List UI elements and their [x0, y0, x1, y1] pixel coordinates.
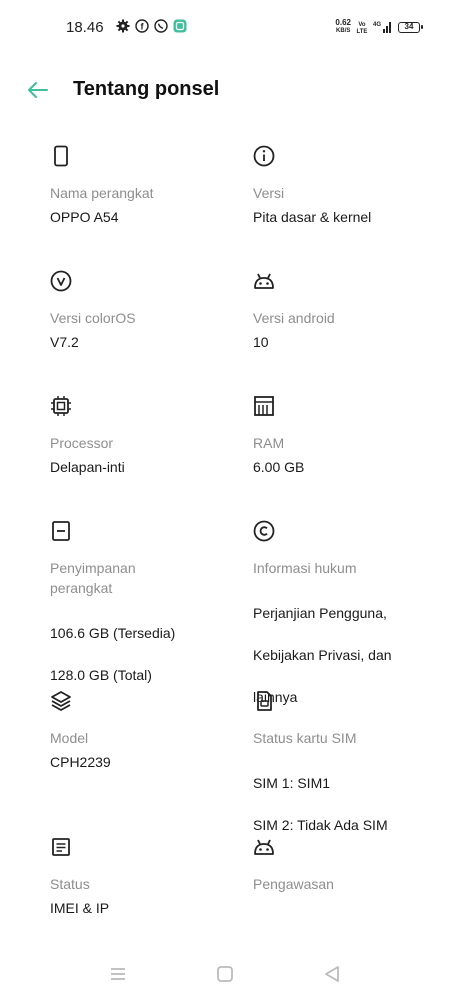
legal-line: Perjanjian Pengguna,	[253, 605, 387, 621]
info-item-device-name[interactable]: Nama perangkat OPPO A54	[50, 145, 230, 228]
sim1-status: SIM 1: SIM1	[253, 775, 331, 791]
info-item-label: RAM	[253, 435, 285, 451]
status-bar: 18.46 f 0.62 KB/S Vo LTE 4G 34	[0, 0, 450, 56]
processor-icon	[51, 396, 71, 416]
svg-text:f: f	[141, 22, 145, 32]
layers-icon	[51, 691, 71, 711]
sim2-status: SIM 2: Tidak Ada SIM	[253, 817, 388, 833]
info-item-label: Informasi hukum	[253, 560, 357, 576]
legal-line: Kebijakan Privasi, dan	[253, 647, 392, 663]
info-item-label: Versi	[253, 185, 285, 201]
info-item-value: V7.2	[50, 334, 79, 350]
menu-icon	[111, 968, 125, 980]
info-item-label: Pengawasan	[253, 876, 334, 892]
network-speed-value: 0.62	[335, 18, 351, 27]
svg-text:LTE: LTE	[357, 29, 368, 34]
storage-total: 128.0 GB (Total)	[50, 667, 152, 683]
notification-icons: f	[116, 19, 187, 33]
phone-icon	[54, 145, 68, 167]
info-item-value: IMEI & IP	[50, 900, 110, 916]
info-item-label: Processor	[50, 435, 114, 451]
info-icon	[253, 145, 275, 167]
status-time: 18.46	[66, 19, 104, 36]
ram-icon	[254, 396, 274, 416]
storage-icon	[52, 521, 70, 541]
recent-apps-button[interactable]	[106, 962, 130, 986]
square-icon	[217, 966, 233, 982]
info-item-value: Delapan-inti	[50, 459, 125, 475]
info-item-supervision[interactable]: Pengawasan	[253, 836, 433, 898]
info-item-label: Nama perangkat	[50, 185, 154, 201]
info-item-value: OPPO A54	[50, 209, 119, 225]
storage-available: 106.6 GB (Tersedia)	[50, 625, 176, 641]
info-item-label: Versi colorOS	[50, 310, 136, 326]
svg-text:4G: 4G	[373, 22, 381, 28]
info-item-label: Versi android	[253, 310, 335, 326]
signal-icon: 4G	[373, 22, 391, 33]
info-item-value: Pita dasar & kernel	[253, 209, 372, 225]
facebook-icon: f	[135, 19, 149, 33]
android-icon	[254, 839, 274, 855]
page-title: Tentang ponsel	[73, 78, 220, 100]
status-indicators: 0.62 KB/S Vo LTE 4G 34	[335, 19, 423, 35]
info-item-ram[interactable]: RAM 6.00 GB	[253, 395, 433, 478]
back-button[interactable]	[24, 76, 52, 104]
android-icon	[254, 273, 274, 289]
info-item-label: Status	[50, 876, 90, 892]
gear-icon	[116, 19, 130, 33]
info-item-value: 6.00 GB	[253, 459, 305, 475]
info-item-label: Model	[50, 730, 89, 746]
arrow-left-icon	[28, 82, 48, 98]
volte-icon: VoLTE	[357, 22, 368, 34]
page-header: Tentang ponsel	[0, 68, 450, 112]
navigation-bar	[0, 950, 450, 1000]
svg-text:Vo: Vo	[358, 22, 366, 28]
coloros-icon	[50, 270, 72, 292]
info-item-sim-status[interactable]: Status kartu SIM SIM 1: SIM1 SIM 2: Tida…	[253, 690, 433, 857]
network-speed: 0.62 KB/S	[335, 19, 351, 35]
document-icon	[52, 838, 70, 856]
info-item-label: Penyimpanan perangkat	[50, 560, 136, 596]
home-button[interactable]	[213, 962, 237, 986]
network-speed-unit: KB/S	[336, 28, 351, 34]
info-item-android-version[interactable]: Versi android 10	[253, 270, 433, 353]
app-notification-icon	[173, 19, 187, 33]
info-item-storage[interactable]: Penyimpanan perangkat 106.6 GB (Tersedia…	[50, 520, 230, 707]
battery-icon: 34	[398, 21, 423, 33]
info-item-status[interactable]: Status IMEI & IP	[50, 836, 230, 919]
info-item-processor[interactable]: Processor Delapan-inti	[50, 395, 230, 478]
info-item-value: CPH2239	[50, 754, 111, 770]
copyright-icon	[253, 520, 275, 542]
sim-card-icon	[257, 691, 272, 711]
whatsapp-icon	[154, 19, 168, 33]
triangle-back-icon	[325, 966, 339, 982]
info-item-value: 10	[253, 334, 269, 350]
info-item-version[interactable]: Versi Pita dasar & kernel	[253, 145, 433, 228]
info-item-label: Status kartu SIM	[253, 730, 357, 746]
info-item-coloros-version[interactable]: Versi colorOS V7.2	[50, 270, 230, 353]
info-item-model[interactable]: Model CPH2239	[50, 690, 230, 773]
back-nav-button[interactable]	[320, 962, 344, 986]
